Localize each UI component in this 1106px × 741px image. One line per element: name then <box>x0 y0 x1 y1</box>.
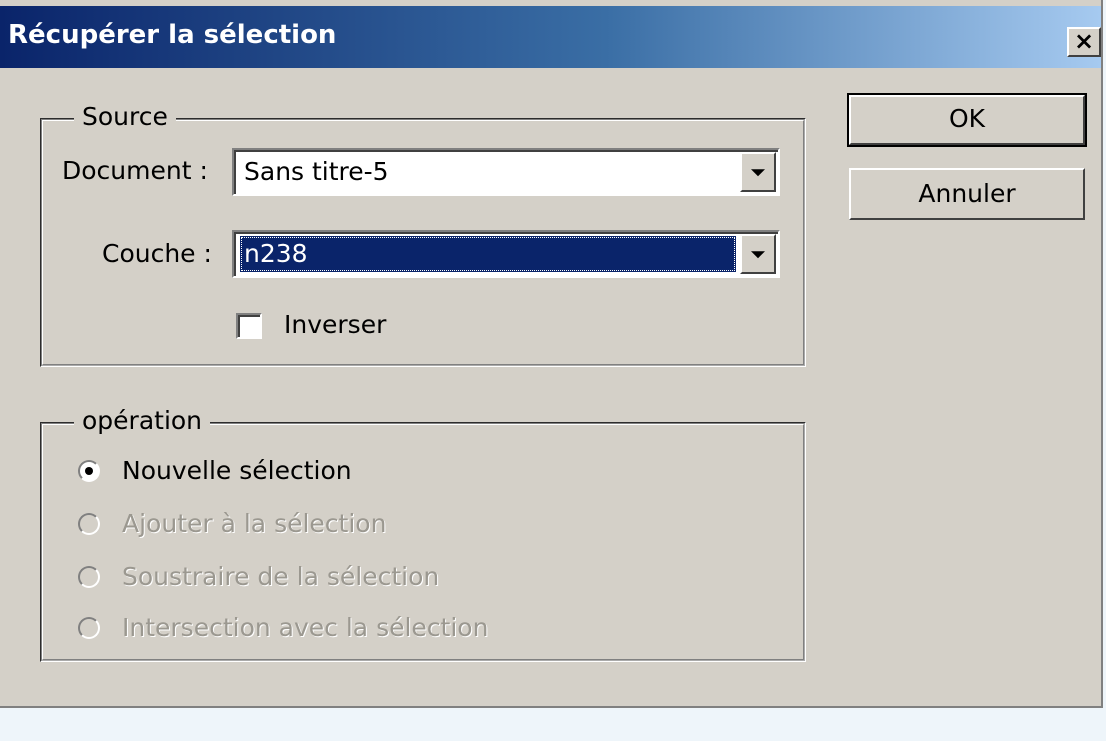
radio-button <box>78 617 100 639</box>
document-dropdown[interactable]: Sans titre-5 <box>232 148 780 196</box>
ok-button[interactable]: OK <box>847 93 1087 147</box>
close-icon: × <box>1073 27 1095 55</box>
close-button[interactable]: × <box>1067 27 1101 57</box>
chevron-down-icon[interactable] <box>740 152 776 192</box>
window-title: Récupérer la sélection <box>8 20 337 50</box>
cancel-button[interactable]: Annuler <box>849 168 1085 220</box>
invert-label[interactable]: Inverser <box>284 309 386 341</box>
dialog-window: Récupérer la sélection × Source Document… <box>0 0 1103 708</box>
radio-button <box>78 513 100 535</box>
radio-button[interactable] <box>78 460 100 482</box>
channel-dropdown[interactable]: n238 <box>232 230 780 278</box>
cancel-button-label: Annuler <box>918 179 1016 208</box>
chevron-down-icon[interactable] <box>740 234 776 274</box>
source-legend: Source <box>74 102 176 132</box>
radio-label: Soustraire de la sélection <box>122 562 440 591</box>
title-bar[interactable]: Récupérer la sélection × <box>0 6 1101 68</box>
radio-label[interactable]: Nouvelle sélection <box>122 453 352 489</box>
invert-checkbox[interactable] <box>236 313 262 339</box>
document-label: Document : <box>62 156 208 185</box>
document-dropdown-value: Sans titre-5 <box>244 157 389 186</box>
ok-button-label: OK <box>948 104 986 133</box>
channel-dropdown-value: n238 <box>240 236 736 272</box>
channel-label: Couche : <box>102 239 212 268</box>
radio-label: Ajouter à la sélection <box>122 509 387 538</box>
operation-legend: opération <box>74 406 211 436</box>
radio-label: Intersection avec la sélection <box>122 613 489 642</box>
radio-selected-dot <box>85 467 93 475</box>
radio-button <box>78 566 100 588</box>
